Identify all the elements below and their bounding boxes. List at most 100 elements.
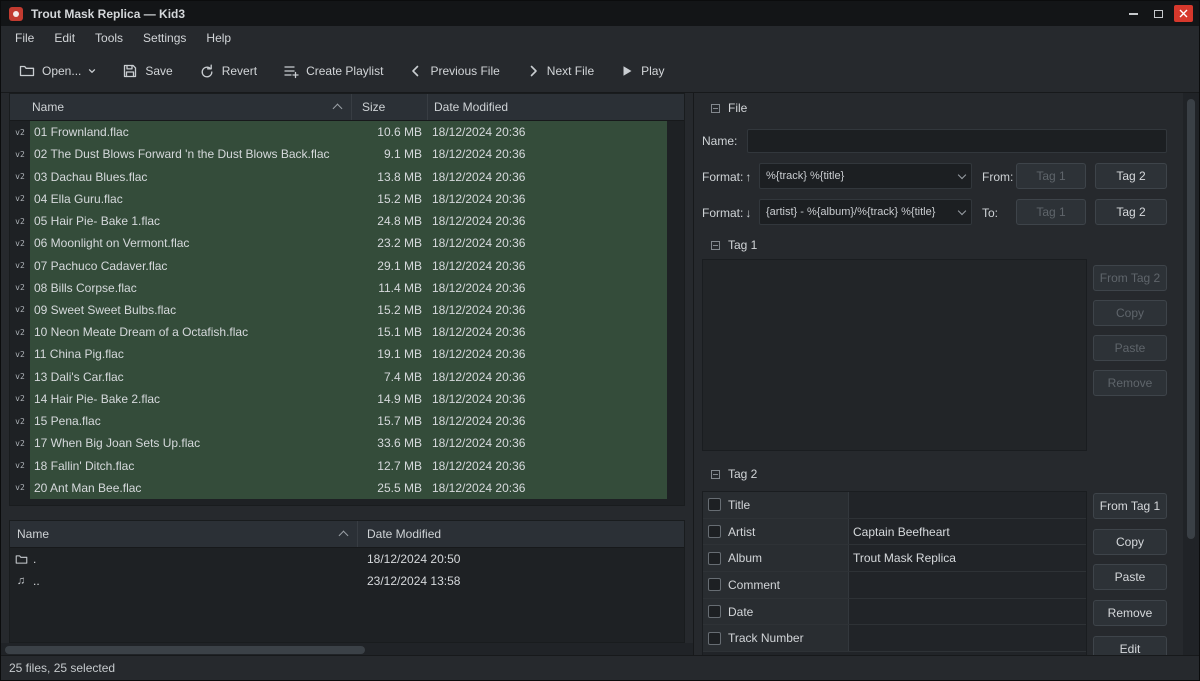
field-value[interactable] bbox=[848, 625, 1086, 651]
format-to-combobox[interactable]: {artist} - %{album}/%{track} %{title} bbox=[759, 199, 972, 225]
file-row[interactable]: v2 07 Pachuco Cadaver.flac 29.1 MB 18/12… bbox=[10, 254, 684, 276]
file-row[interactable]: v2 15 Pena.flac 15.7 MB 18/12/2024 20:36 bbox=[10, 410, 684, 432]
tag2-from-tag1-button[interactable]: From Tag 1 bbox=[1093, 493, 1167, 519]
format-from-combobox[interactable]: %{track} %{title} bbox=[759, 163, 972, 189]
vertical-scrollbar-thumb[interactable] bbox=[1187, 99, 1195, 539]
field-checkbox[interactable] bbox=[708, 525, 721, 538]
field-value[interactable] bbox=[848, 492, 1086, 518]
field-label: Artist bbox=[728, 519, 848, 545]
column-header-name[interactable]: Name bbox=[10, 94, 352, 120]
file-size: 25.5 MB bbox=[352, 481, 428, 495]
menu-help[interactable]: Help bbox=[196, 26, 241, 50]
previous-file-button[interactable]: Previous File bbox=[401, 57, 507, 85]
file-row[interactable]: v2 04 Ella Guru.flac 15.2 MB 18/12/2024 … bbox=[10, 188, 684, 210]
dir-column-header-name[interactable]: Name bbox=[10, 521, 358, 547]
dir-row-current[interactable]: . 18/12/2024 20:50 bbox=[10, 548, 684, 570]
menu-edit[interactable]: Edit bbox=[44, 26, 85, 50]
field-checkbox[interactable] bbox=[708, 498, 721, 511]
horizontal-scrollbar-thumb[interactable] bbox=[5, 646, 365, 654]
field-value[interactable] bbox=[848, 599, 1086, 625]
file-size: 15.1 MB bbox=[352, 325, 428, 339]
menu-file[interactable]: File bbox=[5, 26, 44, 50]
tag1-copy-button[interactable]: Copy bbox=[1093, 300, 1167, 326]
tag2-field-row: Artist Captain Beefheart bbox=[703, 519, 1086, 546]
revert-button[interactable]: Revert bbox=[191, 56, 265, 86]
filename-input[interactable] bbox=[747, 129, 1167, 153]
dir-row-parent[interactable]: ♫ .. 23/12/2024 13:58 bbox=[10, 570, 684, 592]
file-row[interactable]: v2 08 Bills Corpse.flac 11.4 MB 18/12/20… bbox=[10, 277, 684, 299]
to-label: To: bbox=[982, 206, 998, 220]
create-playlist-button[interactable]: Create Playlist bbox=[275, 56, 391, 86]
dir-modified: 23/12/2024 13:58 bbox=[358, 574, 684, 588]
file-row[interactable]: v2 18 Fallin' Ditch.flac 12.7 MB 18/12/2… bbox=[10, 455, 684, 477]
field-value[interactable]: Captain Beefheart bbox=[848, 519, 1086, 545]
right-panel: File Name: Format:↑ %{track} %{title} Fr… bbox=[693, 93, 1185, 655]
field-checkbox[interactable] bbox=[708, 632, 721, 645]
name-label: Name: bbox=[702, 134, 737, 148]
file-row[interactable]: v2 20 Ant Man Bee.flac 25.5 MB 18/12/202… bbox=[10, 477, 684, 499]
file-row[interactable]: v2 10 Neon Meate Dream of a Octafish.fla… bbox=[10, 321, 684, 343]
titlebar[interactable]: Trout Mask Replica — Kid3 bbox=[1, 1, 1199, 26]
sort-ascending-icon bbox=[333, 104, 343, 114]
tag2-paste-button[interactable]: Paste bbox=[1093, 564, 1167, 590]
file-section-header[interactable]: File bbox=[711, 101, 747, 115]
file-size: 7.4 MB bbox=[352, 370, 428, 384]
minimize-button[interactable] bbox=[1124, 5, 1143, 22]
field-value[interactable]: Trout Mask Replica bbox=[848, 545, 1086, 571]
tag1-section-header[interactable]: Tag 1 bbox=[711, 238, 757, 252]
play-button[interactable]: Play bbox=[612, 57, 672, 85]
save-button[interactable]: Save bbox=[114, 56, 180, 86]
tag1-remove-button[interactable]: Remove bbox=[1093, 370, 1167, 396]
open-folder-icon bbox=[19, 63, 35, 79]
next-file-button[interactable]: Next File bbox=[518, 57, 602, 85]
field-label: Album bbox=[728, 545, 848, 571]
tag1-from-tag2-button[interactable]: From Tag 2 bbox=[1093, 265, 1167, 291]
file-size: 10.6 MB bbox=[352, 125, 428, 139]
field-checkbox[interactable] bbox=[708, 552, 721, 565]
tag2-section-header[interactable]: Tag 2 bbox=[711, 467, 757, 481]
dir-column-header-modified[interactable]: Date Modified bbox=[358, 527, 684, 541]
file-row[interactable]: v2 14 Hair Pie- Bake 2.flac 14.9 MB 18/1… bbox=[10, 388, 684, 410]
vertical-scrollbar[interactable] bbox=[1183, 93, 1199, 655]
tag2-copy-button[interactable]: Copy bbox=[1093, 529, 1167, 555]
file-modified: 18/12/2024 20:36 bbox=[428, 192, 684, 206]
to-tag2-button[interactable]: Tag 2 bbox=[1095, 199, 1167, 225]
tag1-paste-button[interactable]: Paste bbox=[1093, 335, 1167, 361]
file-row[interactable]: v2 06 Moonlight on Vermont.flac 23.2 MB … bbox=[10, 232, 684, 254]
tag2-remove-button[interactable]: Remove bbox=[1093, 600, 1167, 626]
menubar: File Edit Tools Settings Help bbox=[1, 26, 1199, 50]
status-bar: 25 files, 25 selected bbox=[1, 655, 1199, 680]
maximize-button[interactable] bbox=[1149, 5, 1168, 22]
file-name: 01 Frownland.flac bbox=[30, 125, 352, 139]
column-header-size[interactable]: Size bbox=[352, 94, 428, 120]
from-tag1-button[interactable]: Tag 1 bbox=[1016, 163, 1086, 189]
column-header-modified[interactable]: Date Modified bbox=[428, 94, 684, 120]
window-controls bbox=[1124, 5, 1193, 22]
chevron-left-icon bbox=[409, 64, 423, 78]
field-checkbox[interactable] bbox=[708, 605, 721, 618]
tag2-edit-button[interactable]: Edit bbox=[1093, 636, 1167, 655]
file-row[interactable]: v2 11 China Pig.flac 19.1 MB 18/12/2024 … bbox=[10, 343, 684, 365]
file-row[interactable]: v2 02 The Dust Blows Forward 'n the Dust… bbox=[10, 143, 684, 165]
file-row[interactable]: v2 05 Hair Pie- Bake 1.flac 24.8 MB 18/1… bbox=[10, 210, 684, 232]
file-row[interactable]: v2 03 Dachau Blues.flac 13.8 MB 18/12/20… bbox=[10, 165, 684, 187]
to-tag1-button[interactable]: Tag 1 bbox=[1016, 199, 1086, 225]
tag2-field-row: Track Number bbox=[703, 625, 1086, 652]
field-checkbox[interactable] bbox=[708, 578, 721, 591]
menu-settings[interactable]: Settings bbox=[133, 26, 196, 50]
file-size: 9.1 MB bbox=[352, 147, 428, 161]
close-button[interactable] bbox=[1174, 5, 1193, 22]
next-file-label: Next File bbox=[547, 64, 594, 78]
arrow-up-icon: ↑ bbox=[745, 170, 751, 184]
file-row[interactable]: v2 09 Sweet Sweet Bulbs.flac 15.2 MB 18/… bbox=[10, 299, 684, 321]
file-row[interactable]: v2 01 Frownland.flac 10.6 MB 18/12/2024 … bbox=[10, 121, 684, 143]
tag2-field-row: Date bbox=[703, 599, 1086, 626]
status-text: 25 files, 25 selected bbox=[9, 661, 115, 675]
menu-tools[interactable]: Tools bbox=[85, 26, 133, 50]
field-value[interactable] bbox=[848, 572, 1086, 598]
horizontal-scrollbar[interactable] bbox=[1, 643, 693, 655]
file-row[interactable]: v2 13 Dali's Car.flac 7.4 MB 18/12/2024 … bbox=[10, 366, 684, 388]
from-tag2-button[interactable]: Tag 2 bbox=[1095, 163, 1167, 189]
open-button[interactable]: Open... bbox=[11, 56, 104, 86]
file-row[interactable]: v2 17 When Big Joan Sets Up.flac 33.6 MB… bbox=[10, 432, 684, 454]
